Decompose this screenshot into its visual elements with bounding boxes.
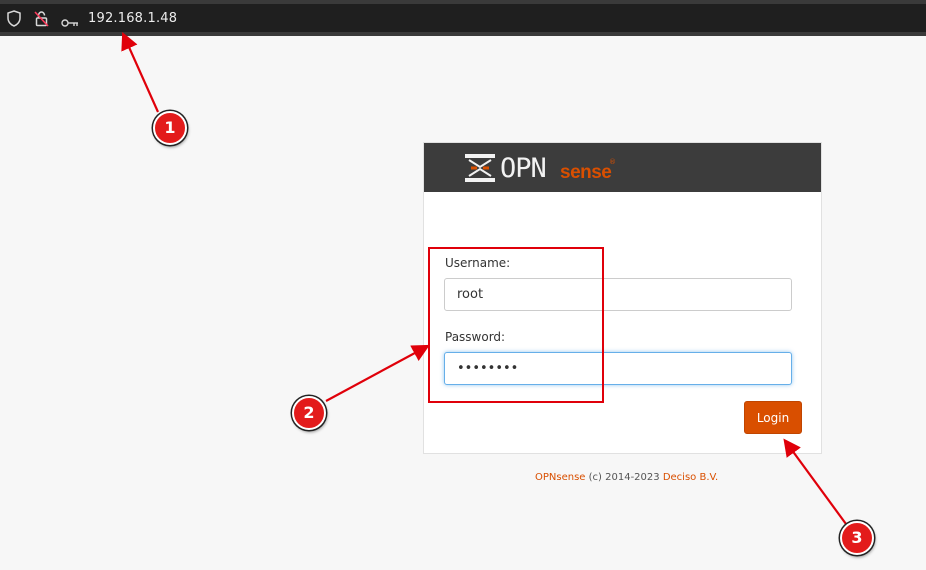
annotation-marker-3: 3 [840,521,874,555]
annotation-arrows [121,31,847,525]
annotation-marker-2: 2 [292,396,326,430]
arrow-1 [121,31,160,113]
arrow-3 [783,438,847,525]
annotation-marker-1: 1 [153,111,187,145]
arrow-2 [325,344,430,402]
